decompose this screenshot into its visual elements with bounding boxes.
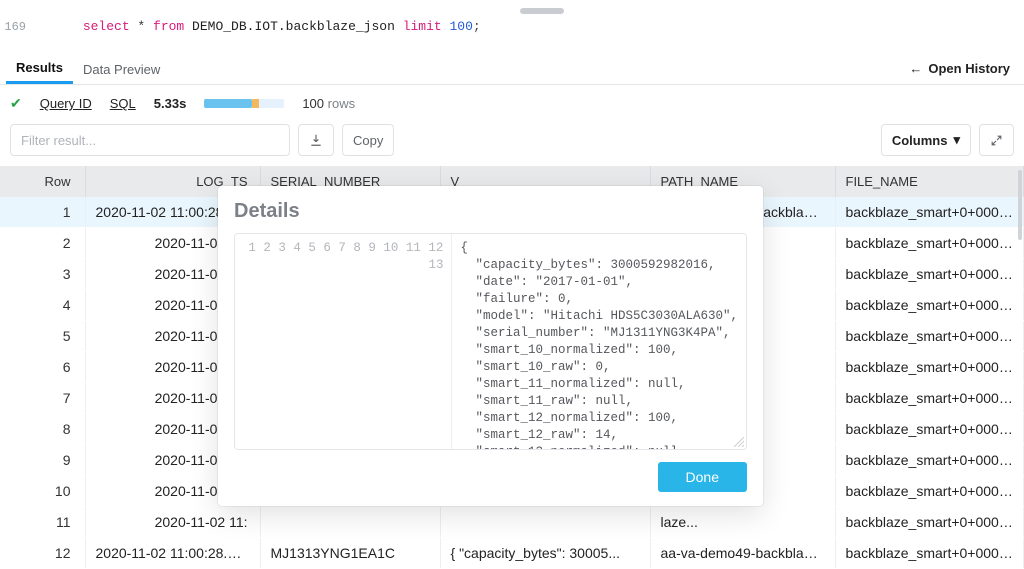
filter-input[interactable]	[10, 124, 290, 156]
cell-rownum: 7	[0, 383, 85, 414]
cell-file: backblaze_smart+0+0000...	[835, 445, 1024, 476]
cell-rownum: 6	[0, 352, 85, 383]
arrow-left-icon: ←	[909, 61, 922, 76]
caret-down-icon: ▾	[953, 132, 960, 148]
table-row[interactable]: 122020-11-02 11:00:28.711MJ1313YNG1EA1C{…	[0, 538, 1024, 569]
cell-rownum: 1	[0, 197, 85, 228]
query-id-link[interactable]: Query ID	[40, 96, 92, 111]
editor-line-number: 169	[0, 20, 36, 34]
open-history-button[interactable]: ← Open History	[909, 61, 1018, 76]
copy-button[interactable]: Copy	[342, 124, 394, 156]
cell-rownum: 5	[0, 321, 85, 352]
resize-handle-icon[interactable]	[734, 437, 744, 447]
results-toolbar: Copy Columns ▾	[0, 120, 1024, 166]
cell-file: backblaze_smart+0+0000...	[835, 259, 1024, 290]
cell-file: backblaze_smart+0+0000...	[835, 383, 1024, 414]
cell-rownum: 12	[0, 538, 85, 569]
cell-v[interactable]: { "capacity_bytes": 30005...	[440, 538, 650, 569]
columns-button[interactable]: Columns ▾	[881, 124, 971, 156]
tab-data-preview[interactable]: Data Preview	[73, 55, 170, 83]
download-icon	[309, 133, 323, 147]
cell-rownum: 2	[0, 228, 85, 259]
cell-rownum: 10	[0, 476, 85, 507]
cell-rownum: 9	[0, 445, 85, 476]
cell-serial: MJ1313YNG1EA1C	[260, 538, 440, 569]
cell-v[interactable]	[440, 507, 650, 538]
sql-text: select * from DEMO_DB.IOT.backblaze_json…	[36, 4, 481, 49]
cell-file: backblaze_smart+0+0000...	[835, 197, 1024, 228]
cell-file: backblaze_smart+0+0000...	[835, 414, 1024, 445]
editor-scrollbar-thumb[interactable]	[520, 8, 564, 14]
cell-file: backblaze_smart+0+0000...	[835, 321, 1024, 352]
expand-button[interactable]	[979, 124, 1014, 156]
code-body: { "capacity_bytes": 3000592982016, "date…	[452, 234, 746, 449]
cell-log-ts: 2020-11-02 11:00:28.711	[85, 538, 260, 569]
cell-path: aa-va-demo49-backblaze...	[650, 538, 835, 569]
details-code-area[interactable]: 1 2 3 4 5 6 7 8 9 10 11 12 13 { "capacit…	[234, 233, 747, 450]
open-history-label: Open History	[928, 61, 1010, 76]
results-tabs: Results Data Preview ← Open History	[0, 53, 1024, 85]
col-header-file[interactable]: FILE_NAME	[835, 166, 1024, 197]
cell-file: backblaze_smart+0+0000...	[835, 290, 1024, 321]
expand-icon	[990, 134, 1003, 147]
cell-log-ts: 2020-11-02 11:	[85, 507, 260, 538]
done-button[interactable]: Done	[658, 462, 747, 492]
cell-file: backblaze_smart+0+0000...	[835, 507, 1024, 538]
sql-link[interactable]: SQL	[110, 96, 136, 111]
cell-file: backblaze_smart+0+0000...	[835, 538, 1024, 569]
cell-rownum: 4	[0, 290, 85, 321]
cell-file: backblaze_smart+0+0000...	[835, 476, 1024, 507]
query-status-row: ✔ Query ID SQL 5.33s 100 rows	[0, 85, 1024, 120]
table-row[interactable]: 112020-11-02 11: laze...backblaze_smart+0…	[0, 507, 1024, 538]
tab-results[interactable]: Results	[6, 53, 73, 84]
query-progress-bar	[204, 99, 284, 108]
col-header-row[interactable]: Row	[0, 166, 85, 197]
download-button[interactable]	[298, 124, 334, 156]
code-gutter: 1 2 3 4 5 6 7 8 9 10 11 12 13	[235, 234, 452, 449]
query-duration: 5.33s	[154, 96, 187, 111]
cell-file: backblaze_smart+0+0000...	[835, 228, 1024, 259]
cell-rownum: 3	[0, 259, 85, 290]
cell-rownum: 11	[0, 507, 85, 538]
cell-path: laze...	[650, 507, 835, 538]
cell-file: backblaze_smart+0+0000...	[835, 352, 1024, 383]
row-count: 100 rows	[302, 96, 355, 111]
cell-serial	[260, 507, 440, 538]
sql-editor-line[interactable]: 169 select * from DEMO_DB.IOT.backblaze_…	[0, 0, 1024, 53]
cell-rownum: 8	[0, 414, 85, 445]
details-panel: Details 1 2 3 4 5 6 7 8 9 10 11 12 13 { …	[218, 186, 763, 506]
check-icon: ✔	[10, 95, 22, 112]
columns-label: Columns	[892, 133, 948, 148]
details-title: Details	[234, 200, 747, 223]
vertical-scrollbar-thumb[interactable]	[1018, 170, 1022, 240]
